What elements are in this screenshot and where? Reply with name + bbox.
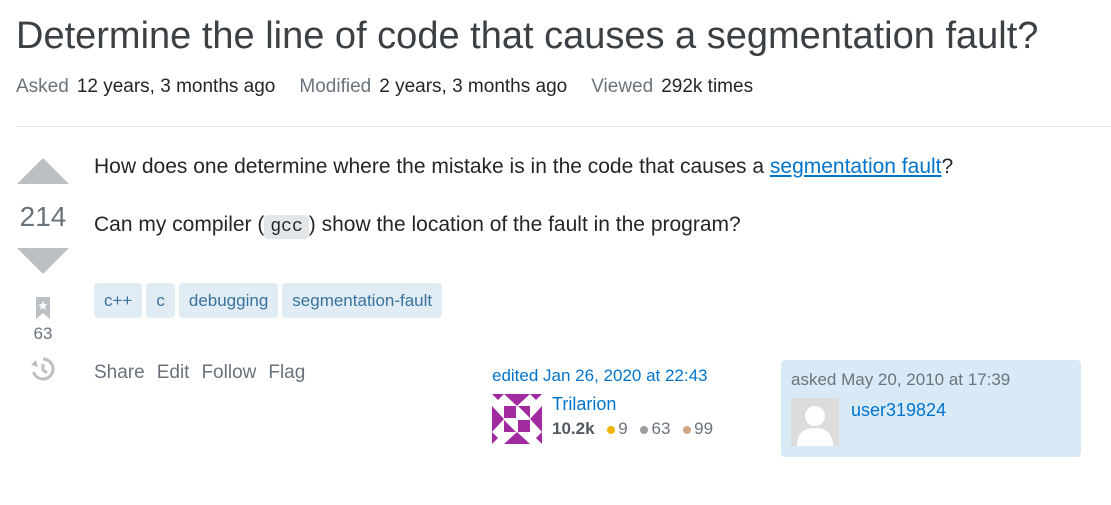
bookmark-icon[interactable] bbox=[34, 296, 52, 320]
viewed-label: Viewed bbox=[591, 76, 654, 97]
editor-card: edited Jan 26, 2020 at 22:43 Trilarion 1… bbox=[492, 366, 772, 444]
segmentation-fault-link[interactable]: segmentation fault bbox=[770, 155, 942, 178]
default-avatar[interactable] bbox=[791, 398, 839, 446]
post-actions: Share Edit Follow Flag bbox=[94, 362, 305, 384]
share-link[interactable]: Share bbox=[94, 362, 145, 384]
modified-label: Modified bbox=[299, 76, 372, 97]
vote-column: 214 63 bbox=[16, 158, 70, 382]
body-paragraph-1: How does one determine where the mistake… bbox=[94, 150, 953, 184]
history-icon[interactable] bbox=[30, 356, 56, 382]
viewed-value: 292k times bbox=[661, 76, 754, 97]
silver-badge-icon bbox=[640, 425, 649, 434]
tag-segmentation-fault[interactable]: segmentation-fault bbox=[282, 283, 443, 318]
viewed-meta: Viewed 292k times bbox=[591, 76, 753, 98]
bronze-badge-count: 99 bbox=[694, 419, 714, 438]
editor-name[interactable]: Trilarion bbox=[552, 394, 713, 415]
edit-link[interactable]: Edit bbox=[157, 362, 190, 384]
gold-badge-count: 9 bbox=[618, 419, 628, 438]
asked-value: 12 years, 3 months ago bbox=[76, 76, 276, 97]
body-paragraph-2: Can my compiler (gcc) show the location … bbox=[94, 208, 953, 244]
asker-name[interactable]: user319824 bbox=[851, 400, 946, 421]
tag-c[interactable]: c bbox=[146, 283, 175, 318]
modified-meta: Modified 2 years, 3 months ago bbox=[299, 76, 567, 98]
gold-badge-icon bbox=[607, 425, 616, 434]
asked-label: Asked bbox=[16, 76, 69, 97]
tag-debugging[interactable]: debugging bbox=[178, 283, 279, 318]
bronze-badge-icon bbox=[683, 425, 692, 434]
body-text: How does one determine where the mistake… bbox=[94, 155, 770, 178]
question-body: How does one determine where the mistake… bbox=[94, 150, 953, 268]
editor-info: Trilarion 10.2k 9 63 99 bbox=[552, 394, 713, 444]
editor-user: Trilarion 10.2k 9 63 99 bbox=[492, 394, 772, 444]
inline-code: gcc bbox=[264, 215, 309, 239]
edited-timestamp[interactable]: edited Jan 26, 2020 at 22:43 bbox=[492, 366, 772, 386]
divider bbox=[16, 126, 1111, 127]
tag-list: c++ c debugging segmentation-fault bbox=[94, 283, 443, 318]
upvote-arrow-icon[interactable] bbox=[17, 158, 69, 184]
asked-meta: Asked 12 years, 3 months ago bbox=[16, 76, 275, 98]
silver-badge-count: 63 bbox=[651, 419, 671, 438]
body-text: ) show the location of the fault in the … bbox=[308, 213, 741, 236]
question-title[interactable]: Determine the line of code that causes a… bbox=[16, 12, 1038, 60]
bookmark-count: 63 bbox=[33, 324, 53, 343]
editor-reputation: 10.2k 9 63 99 bbox=[552, 419, 713, 439]
follow-link[interactable]: Follow bbox=[201, 362, 256, 384]
modified-value[interactable]: 2 years, 3 months ago bbox=[379, 76, 567, 97]
body-text: Can my compiler ( bbox=[94, 213, 265, 236]
downvote-arrow-icon[interactable] bbox=[17, 248, 69, 274]
vote-score: 214 bbox=[19, 201, 67, 232]
owner-card: asked May 20, 2010 at 17:39 user319824 bbox=[781, 360, 1081, 457]
tag-cpp[interactable]: c++ bbox=[94, 283, 143, 318]
question-meta: Asked 12 years, 3 months ago Modified 2 ye… bbox=[16, 76, 753, 98]
flag-link[interactable]: Flag bbox=[268, 362, 305, 384]
reputation-score: 10.2k bbox=[552, 419, 595, 438]
identicon-avatar[interactable] bbox=[492, 394, 542, 444]
asked-timestamp: asked May 20, 2010 at 17:39 bbox=[791, 370, 1011, 389]
body-text: ? bbox=[941, 155, 954, 178]
